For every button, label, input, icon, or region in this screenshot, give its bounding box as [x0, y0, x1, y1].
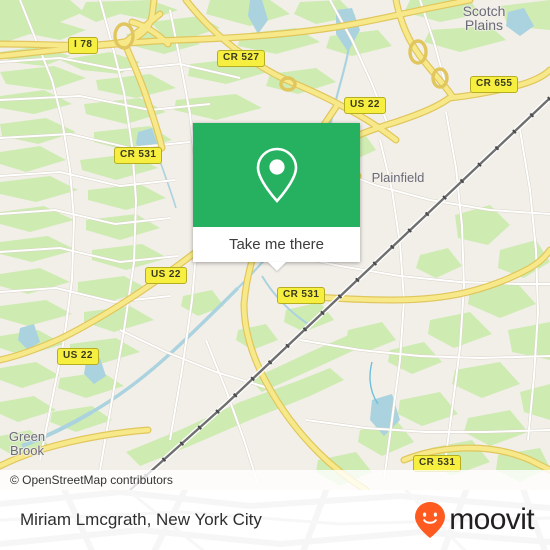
road-shield-us22-south: US 22	[57, 348, 99, 365]
road-shield-i78: I 78	[68, 37, 99, 54]
take-me-there-label: Take me there	[228, 236, 325, 253]
popup-pointer	[267, 262, 286, 271]
road-shield-us22-mid: US 22	[145, 267, 187, 284]
road-shield-cr655: CR 655	[470, 76, 519, 93]
road-shield-cr527: CR 527	[217, 50, 266, 67]
road-shield-cr531-west: CR 531	[114, 147, 163, 164]
road-shield-us22-north: US 22	[344, 97, 386, 114]
map-attribution[interactable]: © OpenStreetMap contributors	[0, 470, 550, 490]
road-shield-cr531-center: CR 531	[277, 287, 326, 304]
moovit-smiley-pin-icon	[415, 502, 446, 538]
take-me-there-button[interactable]: Take me there	[193, 227, 360, 262]
popup-marker-area	[193, 123, 360, 227]
location-popup-card[interactable]: Take me there	[193, 123, 360, 271]
moovit-brand[interactable]: moovit	[415, 490, 535, 550]
map-canvas[interactable]: Scotch Plains Plainfield Green Brook I 7…	[0, 0, 550, 490]
location-title: Miriam Lmcgrath, New York City	[20, 490, 262, 550]
bottom-info-bar: Miriam Lmcgrath, New York City moovit	[0, 490, 550, 550]
moovit-wordmark: moovit	[449, 503, 534, 536]
location-title-text: Miriam Lmcgrath, New York City	[20, 510, 262, 529]
screenshot-root: Scotch Plains Plainfield Green Brook I 7…	[0, 0, 550, 550]
map-pin-icon	[256, 147, 297, 203]
